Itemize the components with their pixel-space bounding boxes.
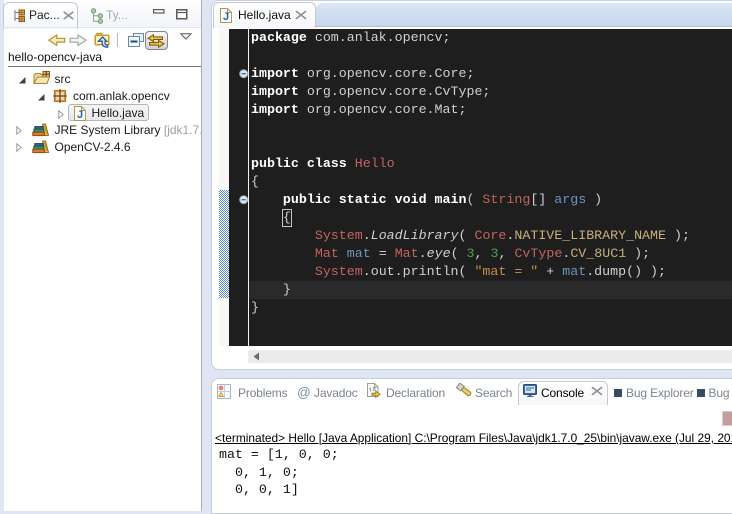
svg-text:J: J [77, 109, 83, 121]
svg-text:J: J [223, 11, 229, 23]
